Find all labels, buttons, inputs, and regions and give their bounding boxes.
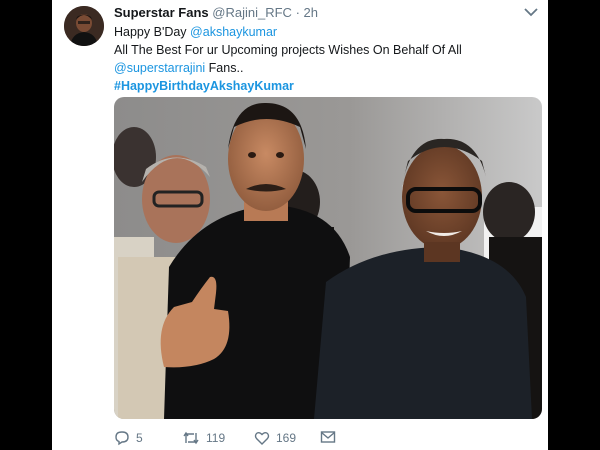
tweet-text-line-2: All The Best For ur Upcoming projects Wi… bbox=[114, 43, 462, 57]
tweet-text-line-3: @superstarrajini Fans.. bbox=[114, 61, 243, 75]
tweet-card: Superstar Fans @Rajini_RFC · 2h Happy B'… bbox=[52, 0, 548, 450]
retweet-icon[interactable] bbox=[182, 430, 200, 446]
tweet-text-line-1: Happy B'Day @akshaykumar bbox=[114, 25, 277, 39]
photo-image bbox=[114, 97, 542, 419]
handle[interactable]: @Rajini_RFC bbox=[212, 5, 292, 20]
like-count: 169 bbox=[276, 431, 297, 445]
message-action[interactable] bbox=[320, 430, 336, 444]
avatar[interactable] bbox=[64, 6, 104, 46]
envelope-icon[interactable] bbox=[320, 430, 336, 444]
avatar-image bbox=[64, 6, 104, 46]
reply-icon[interactable] bbox=[114, 430, 130, 446]
retweet-count: 119 bbox=[206, 431, 226, 445]
mention-akshaykumar[interactable]: @akshaykumar bbox=[190, 25, 277, 39]
hashtag[interactable]: #HappyBirthdayAkshayKumar bbox=[114, 79, 294, 93]
tweet-text: Fans.. bbox=[205, 61, 244, 75]
timestamp[interactable]: 2h bbox=[304, 5, 318, 20]
reply-action[interactable]: 5 bbox=[114, 430, 143, 446]
retweet-action[interactable]: 119 bbox=[182, 430, 225, 446]
display-name[interactable]: Superstar Fans bbox=[114, 5, 209, 20]
like-action[interactable]: 169 bbox=[254, 430, 296, 446]
chevron-down-icon[interactable] bbox=[522, 5, 540, 19]
heart-icon[interactable] bbox=[254, 430, 270, 446]
tweet-text: Happy B'Day bbox=[114, 25, 191, 39]
reply-count: 5 bbox=[136, 431, 143, 445]
mention-superstarrajini[interactable]: @superstarrajini bbox=[114, 61, 205, 75]
tweet-text-line-4: #HappyBirthdayAkshayKumar bbox=[114, 79, 294, 93]
separator: · bbox=[295, 5, 300, 20]
tweet-header: Superstar Fans @Rajini_RFC · 2h bbox=[114, 5, 318, 20]
tweet-text: All The Best For ur Upcoming projects Wi… bbox=[114, 43, 462, 57]
tweet-actions: 5 119 169 bbox=[114, 430, 544, 448]
tweet-photo[interactable] bbox=[114, 97, 542, 419]
